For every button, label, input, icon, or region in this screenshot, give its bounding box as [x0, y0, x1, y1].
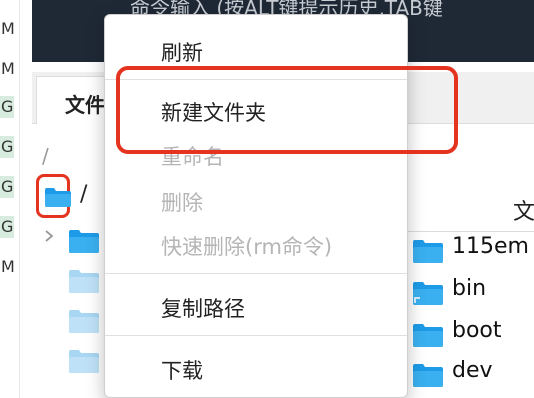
folder-icon [412, 322, 444, 352]
root-folder-name: / [80, 182, 88, 207]
column-header-name[interactable]: 文 [406, 188, 534, 232]
menu-item-label: 快速删除(rm命令) [161, 235, 333, 259]
file-name: boot [452, 318, 502, 343]
gutter-letter: G [0, 136, 14, 158]
folder-icon[interactable] [68, 268, 100, 298]
file-name: bin [452, 276, 487, 301]
menu-item-copy-path[interactable]: 复制路径 [105, 287, 407, 327]
gutter-letter: M [1, 19, 15, 38]
tab-files-label: 文件 [65, 93, 105, 117]
tree-root-item[interactable]: / [32, 172, 112, 222]
folder-icon[interactable] [68, 308, 100, 338]
file-list-item[interactable]: dev [410, 354, 534, 394]
folder-icon[interactable] [68, 228, 100, 258]
menu-item-delete[interactable]: 删除 [105, 181, 407, 221]
menu-item-label: 下载 [161, 359, 203, 383]
folder-icon [44, 186, 72, 212]
column-header-label: 文 [513, 200, 534, 225]
file-list-item[interactable]: bin [410, 272, 534, 312]
folder-icon[interactable] [68, 348, 100, 378]
folder-link-icon [412, 280, 444, 310]
menu-item-label: 刷新 [161, 41, 203, 65]
gutter-letter: G [0, 216, 14, 238]
gutter-letter: M [1, 59, 15, 78]
file-list-item[interactable]: 115em [410, 230, 534, 270]
menu-item-label: 删除 [161, 191, 203, 215]
left-gutter: M M G G G G M [0, 0, 20, 398]
menu-item-download[interactable]: 下载 [105, 349, 407, 389]
menu-separator [105, 335, 407, 336]
folder-icon [412, 238, 444, 268]
menu-item-label: 复制路径 [161, 297, 245, 321]
menu-item-refresh[interactable]: 刷新 [105, 31, 407, 71]
file-name: dev [452, 358, 493, 383]
current-path: / [42, 144, 49, 168]
chevron-right-icon[interactable] [42, 228, 56, 242]
gutter-letter: G [0, 176, 14, 198]
file-name: 115em [452, 234, 529, 259]
file-list-item[interactable]: boot [410, 314, 534, 354]
menu-item-quick-delete[interactable]: 快速删除(rm命令) [105, 225, 407, 265]
gutter-letter: G [0, 96, 14, 118]
annotation-highlight-box [116, 66, 458, 154]
folder-icon [412, 362, 444, 392]
menu-separator [105, 273, 407, 274]
gutter-letter: M [1, 257, 15, 276]
